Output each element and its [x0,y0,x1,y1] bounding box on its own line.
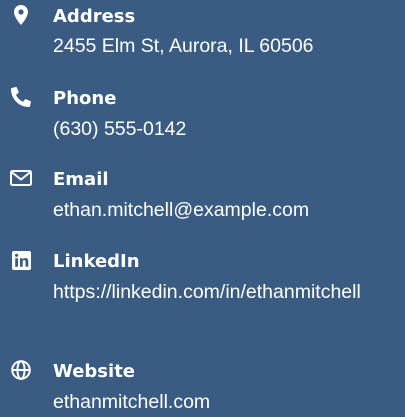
address-label: Address [53,6,136,27]
address-value: 2455 Elm St, Aurora, IL 60506 [53,35,314,57]
phone-label: Phone [53,88,117,109]
website-label: Website [53,361,136,382]
phone-icon [8,84,34,110]
email-value[interactable]: ethan.mitchell@example.com [53,197,398,224]
map-marker-icon [8,2,34,28]
globe-icon [8,357,34,383]
contact-info-panel: Address 2455 Elm St, Aurora, IL 60506 Ph… [0,0,405,417]
envelope-icon [8,165,34,191]
linkedin-icon [8,247,34,273]
phone-value[interactable]: (630) 555-0142 [53,116,398,143]
website-link[interactable]: ethanmitchell.com [53,389,398,416]
linkedin-link[interactable]: https://linkedin.com/in/ethanmitchell [53,279,398,306]
email-label: Email [53,169,109,190]
linkedin-label: LinkedIn [53,251,140,272]
